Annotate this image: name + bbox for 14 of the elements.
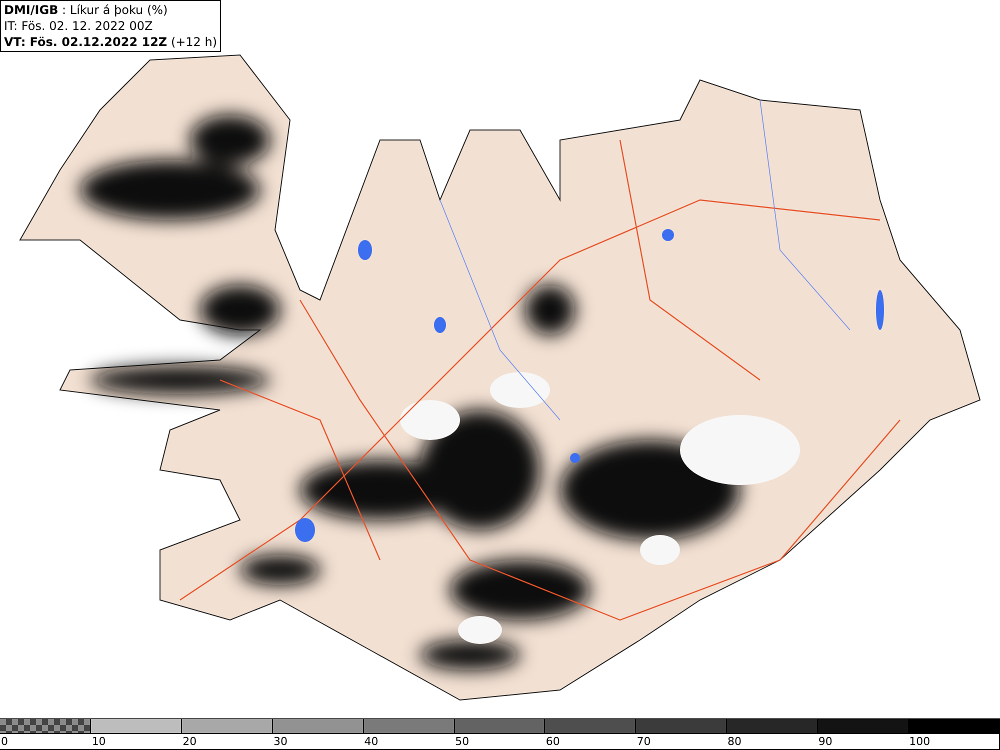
legend-label: 70 bbox=[636, 735, 651, 748]
legend-label: 50 bbox=[455, 735, 470, 748]
legend-label: 80 bbox=[728, 735, 742, 748]
legend-label: 90 bbox=[818, 735, 832, 748]
legend-label: 10 bbox=[92, 735, 106, 748]
map-info-text: DMI/IGB : Líkur á þoku (%) bbox=[4, 2, 169, 18]
legend-label: 100 bbox=[909, 735, 930, 748]
legend-label: 20 bbox=[182, 735, 197, 748]
legend-label: 60 bbox=[546, 735, 560, 748]
map-info-text: IT: Fös. 02. 12. 2022 00Z bbox=[4, 18, 154, 34]
legend-label: 40 bbox=[364, 735, 378, 748]
legend-label: 30 bbox=[273, 735, 288, 748]
map-info-text: VT: Fös. 02.12.2022 12Z (+12 h) bbox=[4, 34, 218, 50]
legend-label: 0 bbox=[1, 735, 8, 748]
